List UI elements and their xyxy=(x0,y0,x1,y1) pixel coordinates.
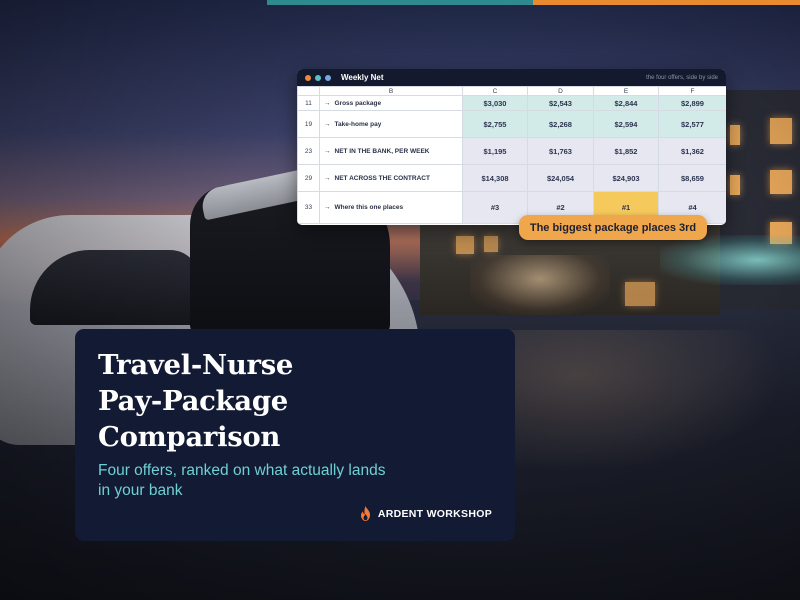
spreadsheet-subtitle: the four offers, side by side xyxy=(646,74,718,81)
cell-c19[interactable]: $2,755 xyxy=(462,110,528,138)
cell-f11[interactable]: $2,899 xyxy=(658,95,726,111)
column-header-b[interactable]: B xyxy=(319,86,463,96)
cell-d23[interactable]: $1,763 xyxy=(527,137,594,165)
spreadsheet-title: Weekly Net xyxy=(341,73,384,82)
arrow-right-icon: → xyxy=(324,99,331,107)
brand-name: ARDENT WORKSHOP xyxy=(377,507,492,520)
cell-e11[interactable]: $2,844 xyxy=(593,95,659,111)
top-accent-bar-teal xyxy=(267,0,533,5)
page-subtitle: Four offers, ranked on what actually lan… xyxy=(98,462,386,499)
cell-f23[interactable]: $1,362 xyxy=(658,137,726,165)
cell-c23[interactable]: $1,195 xyxy=(462,137,528,165)
cell-f29[interactable]: $8,659 xyxy=(658,164,726,192)
spreadsheet-window: Weekly Net the four offers, side by side… xyxy=(297,69,726,225)
arrow-right-icon: → xyxy=(324,147,331,155)
top-accent-bar-orange xyxy=(533,0,800,5)
cell-d29[interactable]: $24,054 xyxy=(527,164,594,192)
row-number[interactable]: 19 xyxy=(297,110,320,138)
cell-c11[interactable]: $3,030 xyxy=(462,95,528,111)
cell-d11[interactable]: $2,543 xyxy=(527,95,594,111)
row-number[interactable]: 29 xyxy=(297,164,320,192)
row-number[interactable]: 23 xyxy=(297,137,320,165)
arrow-right-icon: → xyxy=(324,174,331,182)
window-dot-blue-icon xyxy=(325,74,331,81)
row-number[interactable]: 33 xyxy=(297,191,320,224)
cell-c29[interactable]: $14,308 xyxy=(462,164,528,192)
flame-icon xyxy=(360,506,370,521)
row-number[interactable]: 11 xyxy=(297,95,320,111)
page-title: Travel-Nurse Pay-Package Comparison xyxy=(98,349,294,453)
cell-f19[interactable]: $2,577 xyxy=(658,110,726,138)
row-label-where-this-places[interactable]: → Where this one places xyxy=(319,191,463,224)
row-label-net-per-week[interactable]: → NET IN THE BANK, PER WEEK xyxy=(319,137,463,165)
row-label-gross-package[interactable]: → Gross package xyxy=(319,95,463,111)
arrow-right-icon: → xyxy=(324,204,331,211)
cell-e23[interactable]: $1,852 xyxy=(593,137,659,165)
column-header-c[interactable]: C xyxy=(462,86,528,96)
column-header-f[interactable]: F xyxy=(658,86,726,96)
column-header-d[interactable]: D xyxy=(527,86,594,96)
callout-badge: The biggest package places 3rd xyxy=(519,215,707,240)
spreadsheet-grid: B C D E F 11 → Gross package $3,030 $2,54… xyxy=(297,86,726,224)
row-label-take-home-pay[interactable]: → Take-home pay xyxy=(319,110,463,138)
table-row: 11 → Gross package $3,030 $2,543 $2,844 $… xyxy=(297,95,726,111)
cell-e19[interactable]: $2,594 xyxy=(593,110,659,138)
cell-c33[interactable]: #3 xyxy=(462,191,528,224)
cell-e29[interactable]: $24,903 xyxy=(593,164,659,192)
column-header-e[interactable]: E xyxy=(593,86,659,96)
table-row: 23 → NET IN THE BANK, PER WEEK $1,195 $1,… xyxy=(297,137,726,165)
window-dot-teal-icon xyxy=(315,74,321,81)
column-header-row: B C D E F xyxy=(297,86,726,96)
spreadsheet-titlebar: Weekly Net the four offers, side by side xyxy=(297,69,726,86)
arrow-right-icon: → xyxy=(324,120,331,128)
table-row: 19 → Take-home pay $2,755 $2,268 $2,594 $… xyxy=(297,110,726,138)
title-card: Travel-Nurse Pay-Package Comparison Four… xyxy=(75,329,515,541)
cell-d19[interactable]: $2,268 xyxy=(527,110,594,138)
corner-cell xyxy=(297,86,320,96)
brand-logo: ARDENT WORKSHOP xyxy=(359,506,492,521)
window-dot-orange-icon xyxy=(305,74,311,81)
row-label-net-across-contract[interactable]: → NET ACROSS THE CONTRACT xyxy=(319,164,463,192)
table-row: 29 → NET ACROSS THE CONTRACT $14,308 $24,… xyxy=(297,164,726,192)
